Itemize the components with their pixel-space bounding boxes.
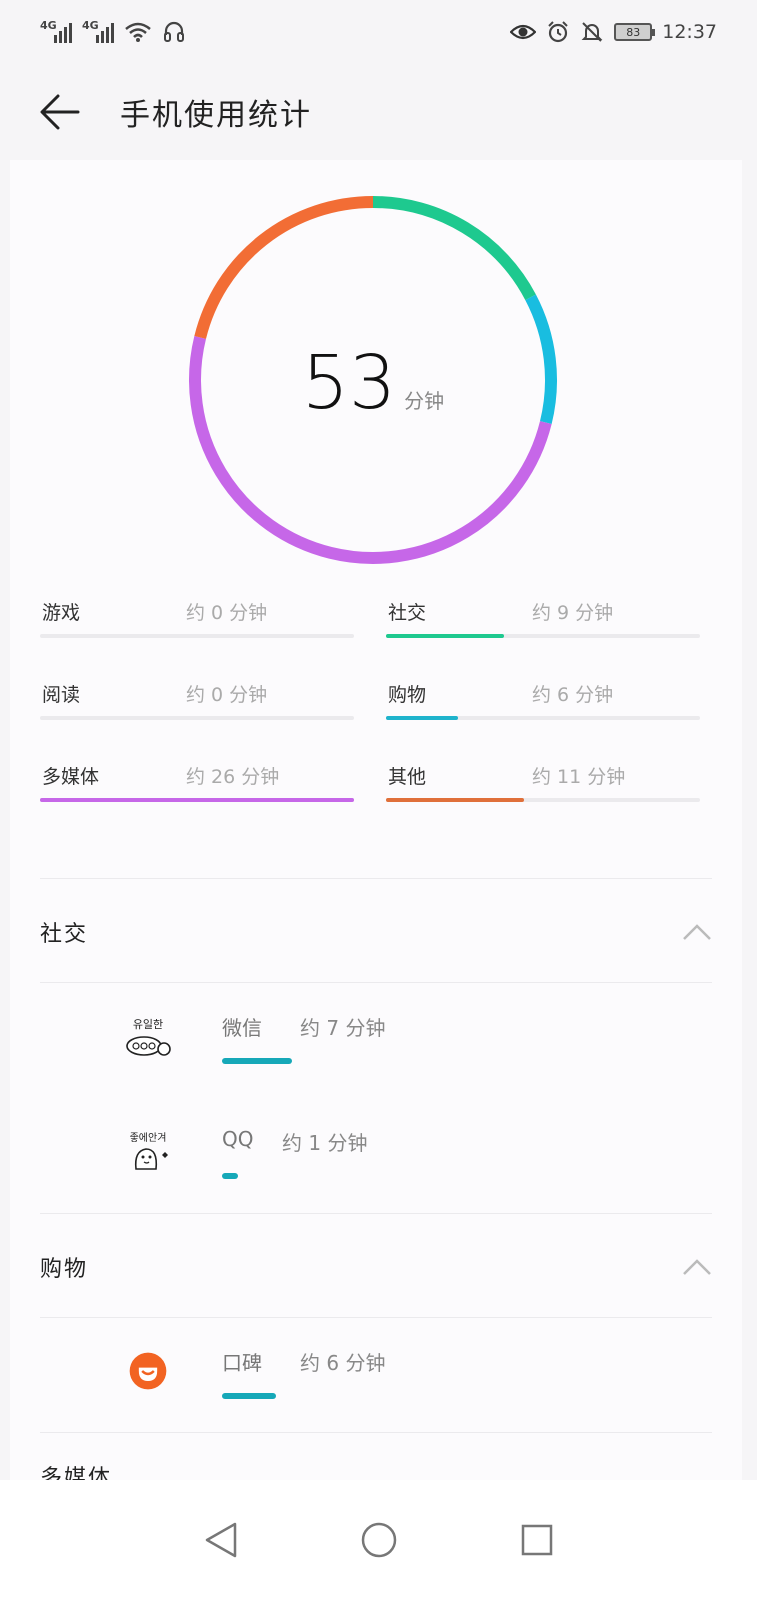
category-time: 约 6 分钟	[532, 684, 614, 706]
divider	[40, 1432, 712, 1433]
app-time: 约 1 分钟	[282, 1131, 368, 1155]
signal-icon: 4G	[40, 19, 72, 43]
category-other[interactable]: 其他 约 11 分钟	[386, 762, 702, 812]
divider	[40, 1317, 712, 1318]
category-name: 社交	[388, 602, 427, 624]
eye-icon	[510, 24, 537, 40]
clock: 12:37	[662, 21, 717, 43]
category-bar	[386, 716, 700, 720]
app-row-koubei[interactable]: 口碑 约 6 分钟	[40, 1321, 712, 1436]
section-title: 多媒体	[40, 1466, 113, 1480]
chevron-up-icon[interactable]	[682, 1258, 712, 1276]
headset-icon	[164, 21, 184, 42]
divider	[40, 1213, 712, 1214]
app-row-wechat[interactable]: 유일한 微信 约 7 分钟	[40, 986, 712, 1101]
section-title: 购物	[40, 1257, 89, 1282]
qq-sticker-icon: 좋에안겨	[130, 1132, 168, 1170]
svg-text:유일한: 유일한	[133, 1017, 163, 1031]
category-name: 多媒体	[42, 766, 100, 788]
alarm-icon	[548, 21, 568, 43]
app-row-qq[interactable]: 좋에안겨 QQ 约 1 分钟	[40, 1101, 712, 1216]
nav-recents-button[interactable]	[517, 1520, 557, 1560]
section-header-media[interactable]: 多媒体	[40, 1436, 712, 1480]
nav-back-button[interactable]	[201, 1520, 241, 1560]
section-header-shopping[interactable]: 购物	[40, 1217, 712, 1317]
category-time: 约 11 分钟	[532, 766, 626, 788]
app-usage-bar	[222, 1393, 276, 1399]
category-name: 阅读	[42, 684, 81, 706]
app-usage-bar	[222, 1173, 238, 1179]
app-usage-bar	[222, 1058, 292, 1064]
category-media[interactable]: 多媒体 约 26 分钟	[40, 762, 356, 812]
status-bar: 4G 4G 83 12:37	[0, 0, 757, 64]
mute-icon	[581, 22, 603, 42]
category-time: 约 26 分钟	[186, 766, 280, 788]
koubei-icon	[129, 1352, 167, 1390]
category-bar	[386, 634, 700, 638]
wifi-icon	[125, 22, 151, 42]
page-title: 手机使用统计	[120, 98, 312, 133]
category-time: 约 9 分钟	[532, 602, 614, 624]
category-games[interactable]: 游戏 约 0 分钟	[40, 598, 356, 648]
app-time: 约 6 分钟	[300, 1351, 386, 1375]
total-minutes: 53	[301, 340, 397, 426]
battery-icon: 83	[614, 23, 656, 41]
category-time: 约 0 分钟	[186, 602, 268, 624]
triangle-back-icon	[205, 1522, 236, 1558]
total-unit: 分钟	[404, 389, 445, 413]
category-bar	[40, 716, 354, 720]
back-button[interactable]	[0, 64, 120, 160]
category-name: 购物	[388, 684, 427, 706]
divider	[40, 878, 712, 879]
usage-content[interactable]: 53 分钟 游戏 约 0 分钟 社交 约 9 分钟 阅读 约 0 分钟 购物 约…	[10, 160, 742, 1480]
category-reading[interactable]: 阅读 约 0 分钟	[40, 680, 356, 730]
app-name: 口碑	[222, 1351, 262, 1375]
category-name: 游戏	[42, 602, 81, 624]
square-recents-icon	[521, 1524, 552, 1556]
nav-home-button[interactable]	[359, 1520, 399, 1560]
category-name: 其他	[388, 766, 427, 788]
chevron-up-icon[interactable]	[682, 923, 712, 941]
app-name: QQ	[222, 1127, 254, 1151]
signal-icon: 4G	[82, 19, 114, 43]
category-time: 约 0 分钟	[186, 684, 268, 706]
category-bar	[40, 798, 354, 802]
divider	[40, 982, 712, 983]
app-name: 微信	[222, 1016, 262, 1040]
usage-ring-chart: 53 分钟	[185, 192, 561, 568]
section-header-social[interactable]: 社交	[40, 882, 712, 982]
app-bar: 手机使用统计	[0, 64, 757, 160]
section-title: 社交	[40, 922, 89, 947]
category-bar	[386, 798, 700, 802]
wechat-sticker-icon: 유일한	[126, 1017, 171, 1056]
circle-home-icon	[361, 1522, 396, 1558]
category-social[interactable]: 社交 约 9 分钟	[386, 598, 702, 648]
svg-text:좋에안겨: 좋에안겨	[130, 1132, 167, 1144]
navigation-bar	[0, 1480, 757, 1600]
category-shopping[interactable]: 购物 约 6 分钟	[386, 680, 702, 730]
category-bar	[40, 634, 354, 638]
arrow-left-icon	[40, 94, 80, 130]
app-time: 约 7 分钟	[300, 1016, 386, 1040]
